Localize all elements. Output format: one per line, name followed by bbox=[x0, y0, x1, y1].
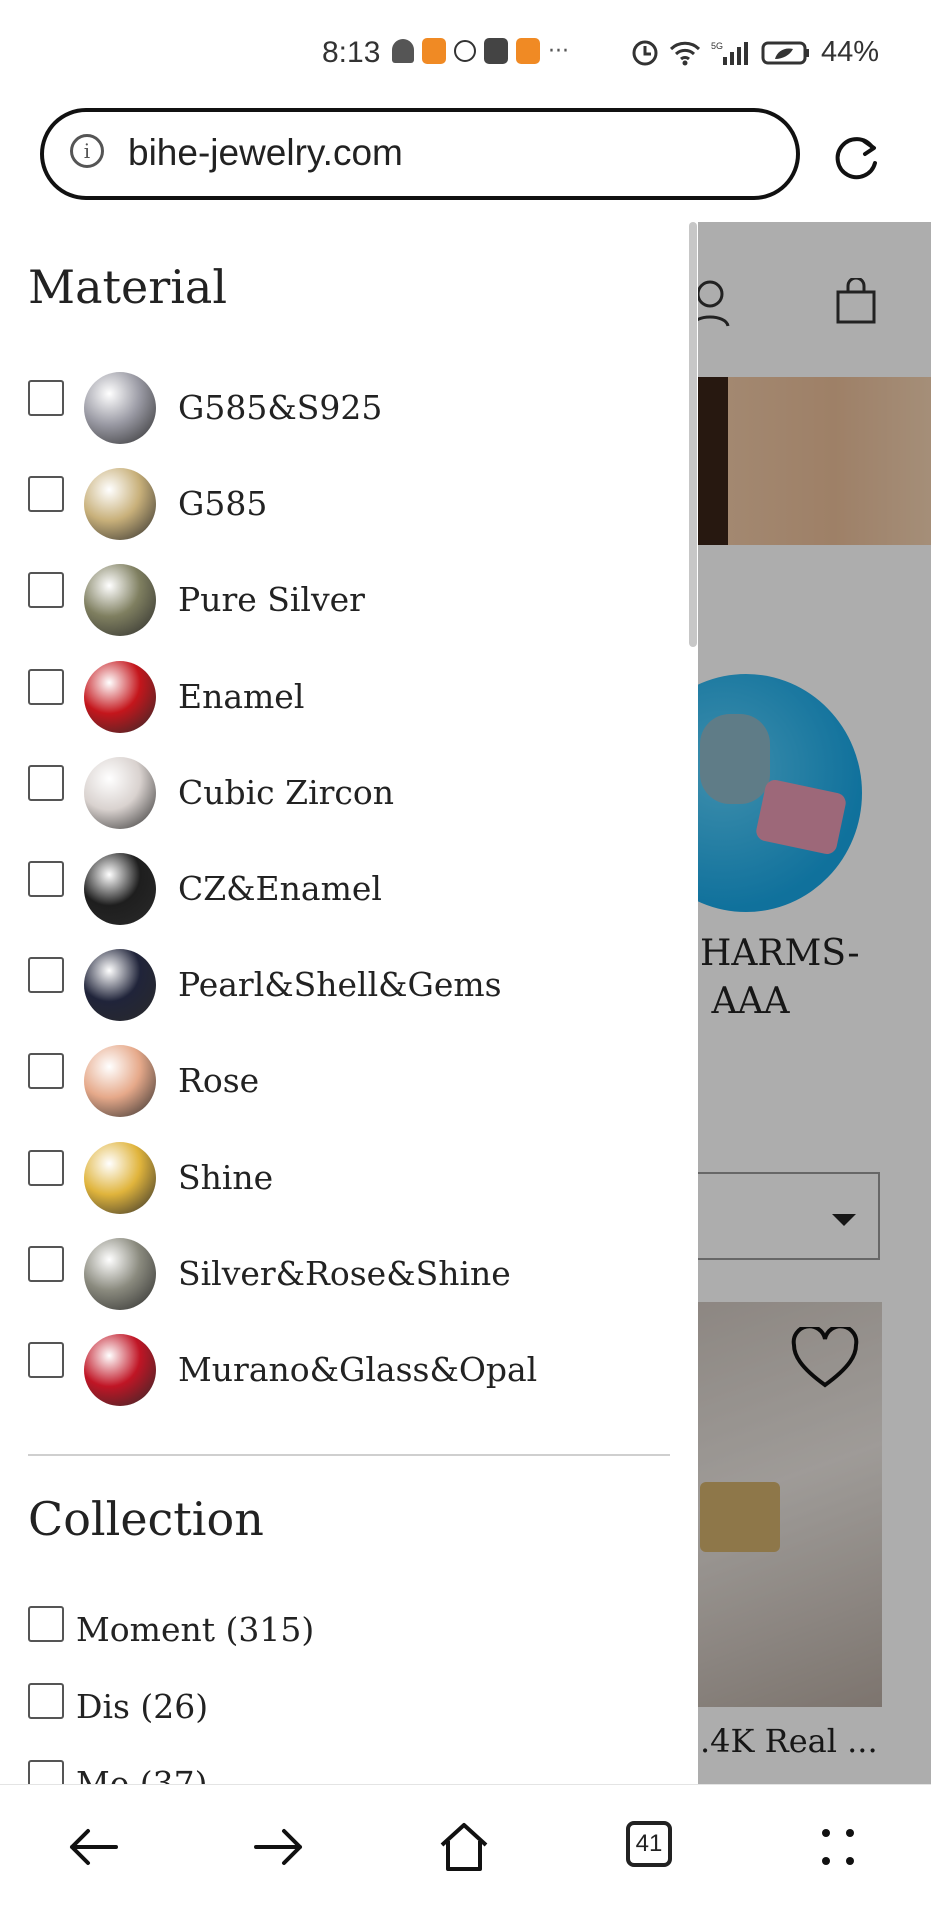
sf-icon bbox=[454, 40, 476, 62]
material-thumbnail bbox=[84, 949, 156, 1022]
material-heading: Material bbox=[28, 260, 228, 314]
material-thumbnail bbox=[84, 564, 156, 637]
material-option[interactable]: Cubic Zircon bbox=[0, 756, 680, 837]
material-checkbox[interactable] bbox=[28, 572, 64, 609]
data-saver-icon bbox=[632, 40, 658, 65]
collection-option[interactable]: Me (37) bbox=[0, 1760, 680, 1784]
material-thumbnail bbox=[84, 756, 156, 829]
material-option[interactable]: Murano&Glass&Opal bbox=[0, 1334, 680, 1414]
collection-checkbox[interactable] bbox=[28, 1760, 64, 1784]
menu-dots-icon[interactable] bbox=[808, 1817, 868, 1877]
material-option[interactable]: Silver&Rose&Shine bbox=[0, 1237, 680, 1318]
site-info-icon[interactable]: i bbox=[70, 134, 104, 168]
collection-heading: Collection bbox=[28, 1492, 264, 1546]
material-label[interactable]: Cubic Zircon bbox=[178, 773, 394, 812]
status-right: 5G 44% bbox=[631, 36, 879, 69]
forward-arrow-icon[interactable] bbox=[248, 1817, 308, 1877]
material-thumbnail bbox=[84, 468, 156, 541]
divider bbox=[28, 1454, 670, 1456]
material-checkbox[interactable] bbox=[28, 957, 64, 994]
collection-option[interactable]: Dis (26) bbox=[0, 1683, 680, 1743]
filter-drawer: Material G585&S925 G585 Pure Silver Enamel C… bbox=[0, 222, 698, 1784]
material-thumbnail bbox=[84, 1334, 156, 1406]
material-option[interactable]: CZ&Enamel bbox=[0, 853, 680, 933]
material-checkbox[interactable] bbox=[28, 668, 64, 705]
app-icon-dark bbox=[484, 38, 508, 64]
signal-icon: 5G bbox=[711, 41, 748, 65]
collection-label[interactable]: Me (37) bbox=[76, 1764, 208, 1784]
app-icon-orange bbox=[422, 38, 446, 64]
material-label[interactable]: Enamel bbox=[178, 677, 304, 716]
material-checkbox[interactable] bbox=[28, 1245, 64, 1282]
back-arrow-icon[interactable] bbox=[64, 1817, 124, 1877]
material-option[interactable]: Rose bbox=[0, 1045, 680, 1125]
material-thumbnail bbox=[84, 1141, 156, 1214]
material-label[interactable]: Pearl&Shell&Gems bbox=[178, 965, 502, 1004]
battery-icon bbox=[761, 41, 809, 64]
material-option[interactable]: G585 bbox=[0, 468, 680, 548]
browser-bottom-nav: 41 bbox=[0, 1784, 931, 1921]
material-option[interactable]: Pearl&Shell&Gems bbox=[0, 949, 680, 1029]
status-time: 8:13 bbox=[322, 36, 381, 69]
material-checkbox[interactable] bbox=[28, 1149, 64, 1186]
material-label[interactable]: G585 bbox=[178, 484, 267, 523]
material-thumbnail bbox=[84, 372, 156, 444]
material-thumbnail bbox=[84, 853, 156, 925]
material-label[interactable]: CZ&Enamel bbox=[178, 869, 382, 908]
material-checkbox[interactable] bbox=[28, 1053, 64, 1090]
reload-icon[interactable] bbox=[832, 133, 882, 183]
material-thumbnail bbox=[84, 1045, 156, 1118]
material-label[interactable]: Silver&Rose&Shine bbox=[178, 1254, 511, 1293]
material-checkbox[interactable] bbox=[28, 764, 64, 801]
collection-label[interactable]: Dis (26) bbox=[76, 1687, 208, 1726]
material-checkbox[interactable] bbox=[28, 476, 64, 513]
battery-percent: 44% bbox=[820, 36, 879, 68]
material-checkbox[interactable] bbox=[28, 1342, 64, 1378]
notification-icons: ··· bbox=[392, 38, 569, 64]
material-label[interactable]: Murano&Glass&Opal bbox=[178, 1350, 537, 1389]
material-label[interactable]: Rose bbox=[178, 1061, 259, 1100]
bell-icon bbox=[392, 39, 414, 63]
home-icon[interactable] bbox=[434, 1817, 494, 1877]
wifi-icon bbox=[669, 41, 701, 65]
tabs-count-button[interactable]: 41 bbox=[626, 1821, 672, 1867]
material-option[interactable]: G585&S925 bbox=[0, 372, 680, 452]
address-bar[interactable]: i bihe-jewelry.com bbox=[40, 108, 800, 200]
material-label[interactable]: Pure Silver bbox=[178, 580, 365, 619]
collection-checkbox[interactable] bbox=[28, 1606, 64, 1642]
material-option[interactable]: Shine bbox=[0, 1141, 680, 1222]
material-option[interactable]: Enamel bbox=[0, 660, 680, 741]
material-label[interactable]: Shine bbox=[178, 1158, 273, 1197]
more-dots-icon: ··· bbox=[548, 38, 569, 64]
url-text[interactable]: bihe-jewelry.com bbox=[128, 132, 403, 174]
material-label[interactable]: G585&S925 bbox=[178, 388, 382, 427]
material-checkbox[interactable] bbox=[28, 380, 64, 416]
material-thumbnail bbox=[84, 660, 156, 733]
scrollbar[interactable] bbox=[689, 222, 697, 647]
material-option[interactable]: Pure Silver bbox=[0, 564, 680, 644]
svg-text:5G: 5G bbox=[711, 41, 723, 51]
app-icon-orange bbox=[516, 38, 540, 64]
material-checkbox[interactable] bbox=[28, 861, 64, 897]
status-bar: 8:13 ··· 5G 44% bbox=[0, 0, 931, 100]
collection-label[interactable]: Moment (315) bbox=[76, 1610, 314, 1649]
collection-checkbox[interactable] bbox=[28, 1683, 64, 1719]
material-thumbnail bbox=[84, 1237, 156, 1310]
collection-option[interactable]: Moment (315) bbox=[0, 1606, 680, 1666]
